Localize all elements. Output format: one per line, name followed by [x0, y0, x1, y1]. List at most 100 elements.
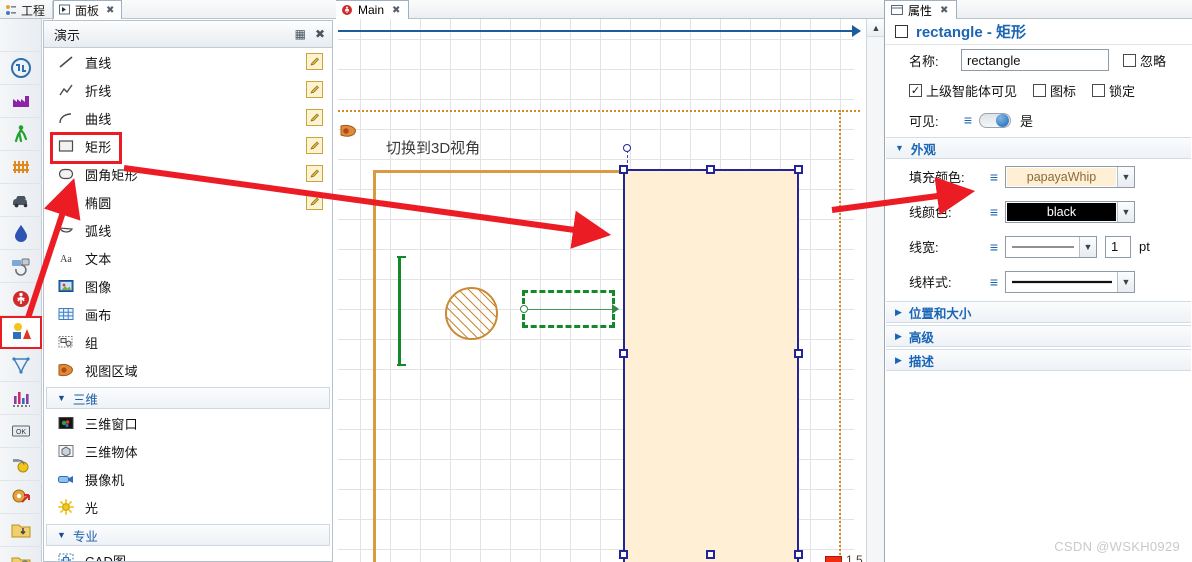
green-vertical-line-shape[interactable] — [397, 256, 406, 366]
chevron-down-icon[interactable]: ▼ — [1079, 236, 1096, 257]
rail-item-agent[interactable] — [0, 283, 42, 316]
palette-item-canvas[interactable]: 画布 — [44, 300, 332, 328]
tab-project[interactable]: 工程 — [0, 0, 54, 20]
hatched-circle-shape[interactable] — [445, 287, 498, 340]
line-width-input[interactable]: 1 — [1105, 235, 1131, 258]
chevron-down-icon[interactable]: ▼ — [1117, 201, 1134, 222]
rail-item-space-markup[interactable] — [0, 349, 42, 382]
scroll-up-icon[interactable]: ▲ — [867, 19, 885, 37]
grid-view-icon[interactable]: ▦ — [295, 28, 306, 40]
visible-toggle[interactable] — [979, 112, 1011, 128]
connector-line[interactable] — [524, 309, 614, 310]
rail-item-blank-top[interactable] — [0, 19, 42, 52]
palette-item-rounded-rectangle[interactable]: 圆角矩形 — [44, 160, 332, 188]
dynamic-expression-icon[interactable]: ≡ — [983, 240, 1005, 254]
connector-start-handle[interactable] — [520, 305, 528, 313]
canvas-label-3d-view[interactable]: 切换到3D视角 — [386, 137, 480, 158]
section-appearance[interactable]: ▼ 外观 — [886, 137, 1191, 159]
resize-handle-sw[interactable] — [619, 550, 628, 559]
rail-item-controls[interactable]: OK — [0, 415, 42, 448]
selected-rectangle-shape[interactable] — [623, 169, 799, 562]
resize-handle-e[interactable] — [794, 349, 803, 358]
line-width-combo[interactable]: ▼ — [1005, 235, 1097, 258]
rail-item-analysis[interactable] — [0, 382, 42, 415]
dynamic-expression-icon[interactable]: ≡ — [983, 205, 1005, 219]
dynamic-expression-icon[interactable]: ≡ — [983, 170, 1005, 184]
chevron-down-icon[interactable]: ▼ — [1117, 271, 1134, 292]
lock-checkbox-wrap[interactable]: 锁定 — [1092, 81, 1135, 100]
view-area-origin-icon[interactable] — [340, 123, 358, 141]
palette-item-3d-object[interactable]: 三维物体 — [44, 437, 332, 465]
palette-item-curve[interactable]: 曲线 — [44, 104, 332, 132]
rail-item-fluid[interactable] — [0, 217, 42, 250]
rail-item-agent-actions[interactable] — [0, 481, 42, 514]
resize-handle-s[interactable] — [706, 550, 715, 559]
canvas[interactable]: 切换到3D视角 1.5 — [336, 19, 884, 562]
palette-item-arc[interactable]: 弧线 — [44, 216, 332, 244]
close-icon[interactable]: ✖ — [106, 5, 114, 16]
canvas-vertical-scrollbar[interactable]: ▲ — [866, 19, 885, 562]
palette-item-3d-window[interactable]: 三维窗口 — [44, 409, 332, 437]
tab-panel[interactable]: 面板 ✖ — [53, 0, 123, 19]
close-panel-icon[interactable]: ✖ — [315, 28, 325, 40]
rail-item-rail-track[interactable] — [0, 151, 42, 184]
dynamic-expression-icon[interactable]: ≡ — [957, 113, 979, 127]
rail-item-connectivity[interactable] — [0, 448, 42, 481]
section-position-size[interactable]: ▶ 位置和大小 — [886, 301, 1191, 323]
section-advanced[interactable]: ▶ 高级 — [886, 325, 1191, 347]
resize-handle-se[interactable] — [794, 550, 803, 559]
palette-item-cad-drawing[interactable]: CAD图 — [44, 546, 332, 561]
fill-color-combo[interactable]: papayaWhip ▼ — [1005, 165, 1135, 188]
rail-item-road-traffic[interactable] — [0, 184, 42, 217]
rail-item-pedestrian[interactable] — [0, 118, 42, 151]
resize-handle-n[interactable] — [706, 165, 715, 174]
palette-item-light[interactable]: 光 — [44, 493, 332, 521]
palette-item-rectangle[interactable]: 矩形 — [44, 132, 332, 164]
palette-item-camera[interactable]: 摄像机 — [44, 465, 332, 493]
dynamic-expression-icon[interactable]: ≡ — [983, 275, 1005, 289]
rail-item-process[interactable] — [0, 52, 42, 85]
edit-pencil-icon[interactable] — [306, 53, 323, 70]
palette-item-group[interactable]: 组 — [44, 328, 332, 356]
close-icon[interactable]: ✖ — [940, 5, 948, 16]
tab-main[interactable]: Main ✖ — [336, 0, 410, 19]
close-icon[interactable]: ✖ — [392, 5, 400, 16]
chevron-down-icon[interactable]: ▼ — [1117, 166, 1134, 187]
palette-group-professional[interactable]: ▼ 专业 — [46, 524, 330, 546]
rail-item-object-library[interactable] — [0, 547, 42, 562]
resize-handle-w[interactable] — [619, 349, 628, 358]
parent-visible-checkbox[interactable]: ✓ — [909, 83, 922, 97]
palette-item-image[interactable]: 图像 — [44, 272, 332, 300]
icon-checkbox-wrap[interactable]: 图标 — [1033, 81, 1076, 100]
rail-item-material-handling[interactable] — [0, 250, 42, 283]
edit-pencil-icon[interactable] — [306, 193, 323, 210]
edit-pencil-icon[interactable] — [306, 137, 323, 154]
rail-item-import-library[interactable] — [0, 514, 42, 547]
palette-group-3d[interactable]: ▼ 三维 — [46, 387, 330, 409]
palette-item-ellipse[interactable]: 椭圆 — [44, 188, 332, 216]
ignore-checkbox[interactable] — [1123, 53, 1136, 67]
rotation-handle[interactable] — [623, 144, 631, 152]
line-color-combo[interactable]: black ▼ — [1005, 200, 1135, 223]
name-row: 名称: rectangle 忽略 — [885, 45, 1192, 75]
section-description[interactable]: ▶ 描述 — [886, 349, 1191, 371]
edit-pencil-icon[interactable] — [306, 109, 323, 126]
rail-item-factory[interactable] — [0, 85, 42, 118]
lock-checkbox[interactable] — [1092, 83, 1106, 97]
tab-properties[interactable]: 属性 ✖ — [885, 0, 958, 19]
edit-pencil-icon[interactable] — [306, 165, 323, 182]
edit-pencil-icon[interactable] — [306, 81, 323, 98]
red-bar-shape[interactable] — [825, 556, 842, 562]
palette-item-line[interactable]: 直线 — [44, 48, 332, 76]
palette-item-polyline[interactable]: 折线 — [44, 76, 332, 104]
ignore-checkbox-wrap[interactable]: 忽略 — [1123, 51, 1166, 70]
resize-handle-nw[interactable] — [619, 165, 628, 174]
line-style-combo[interactable]: ▼ — [1005, 270, 1135, 293]
resize-handle-ne[interactable] — [794, 165, 803, 174]
parent-visible-checkbox-wrap[interactable]: ✓ 上级智能体可见 — [909, 81, 1017, 100]
name-input[interactable]: rectangle — [961, 49, 1109, 71]
icon-checkbox[interactable] — [1033, 83, 1047, 97]
rail-item-presentation[interactable] — [0, 316, 42, 349]
palette-item-view-area[interactable]: 视图区域 — [44, 356, 332, 384]
palette-item-text[interactable]: Aa 文本 — [44, 244, 332, 272]
